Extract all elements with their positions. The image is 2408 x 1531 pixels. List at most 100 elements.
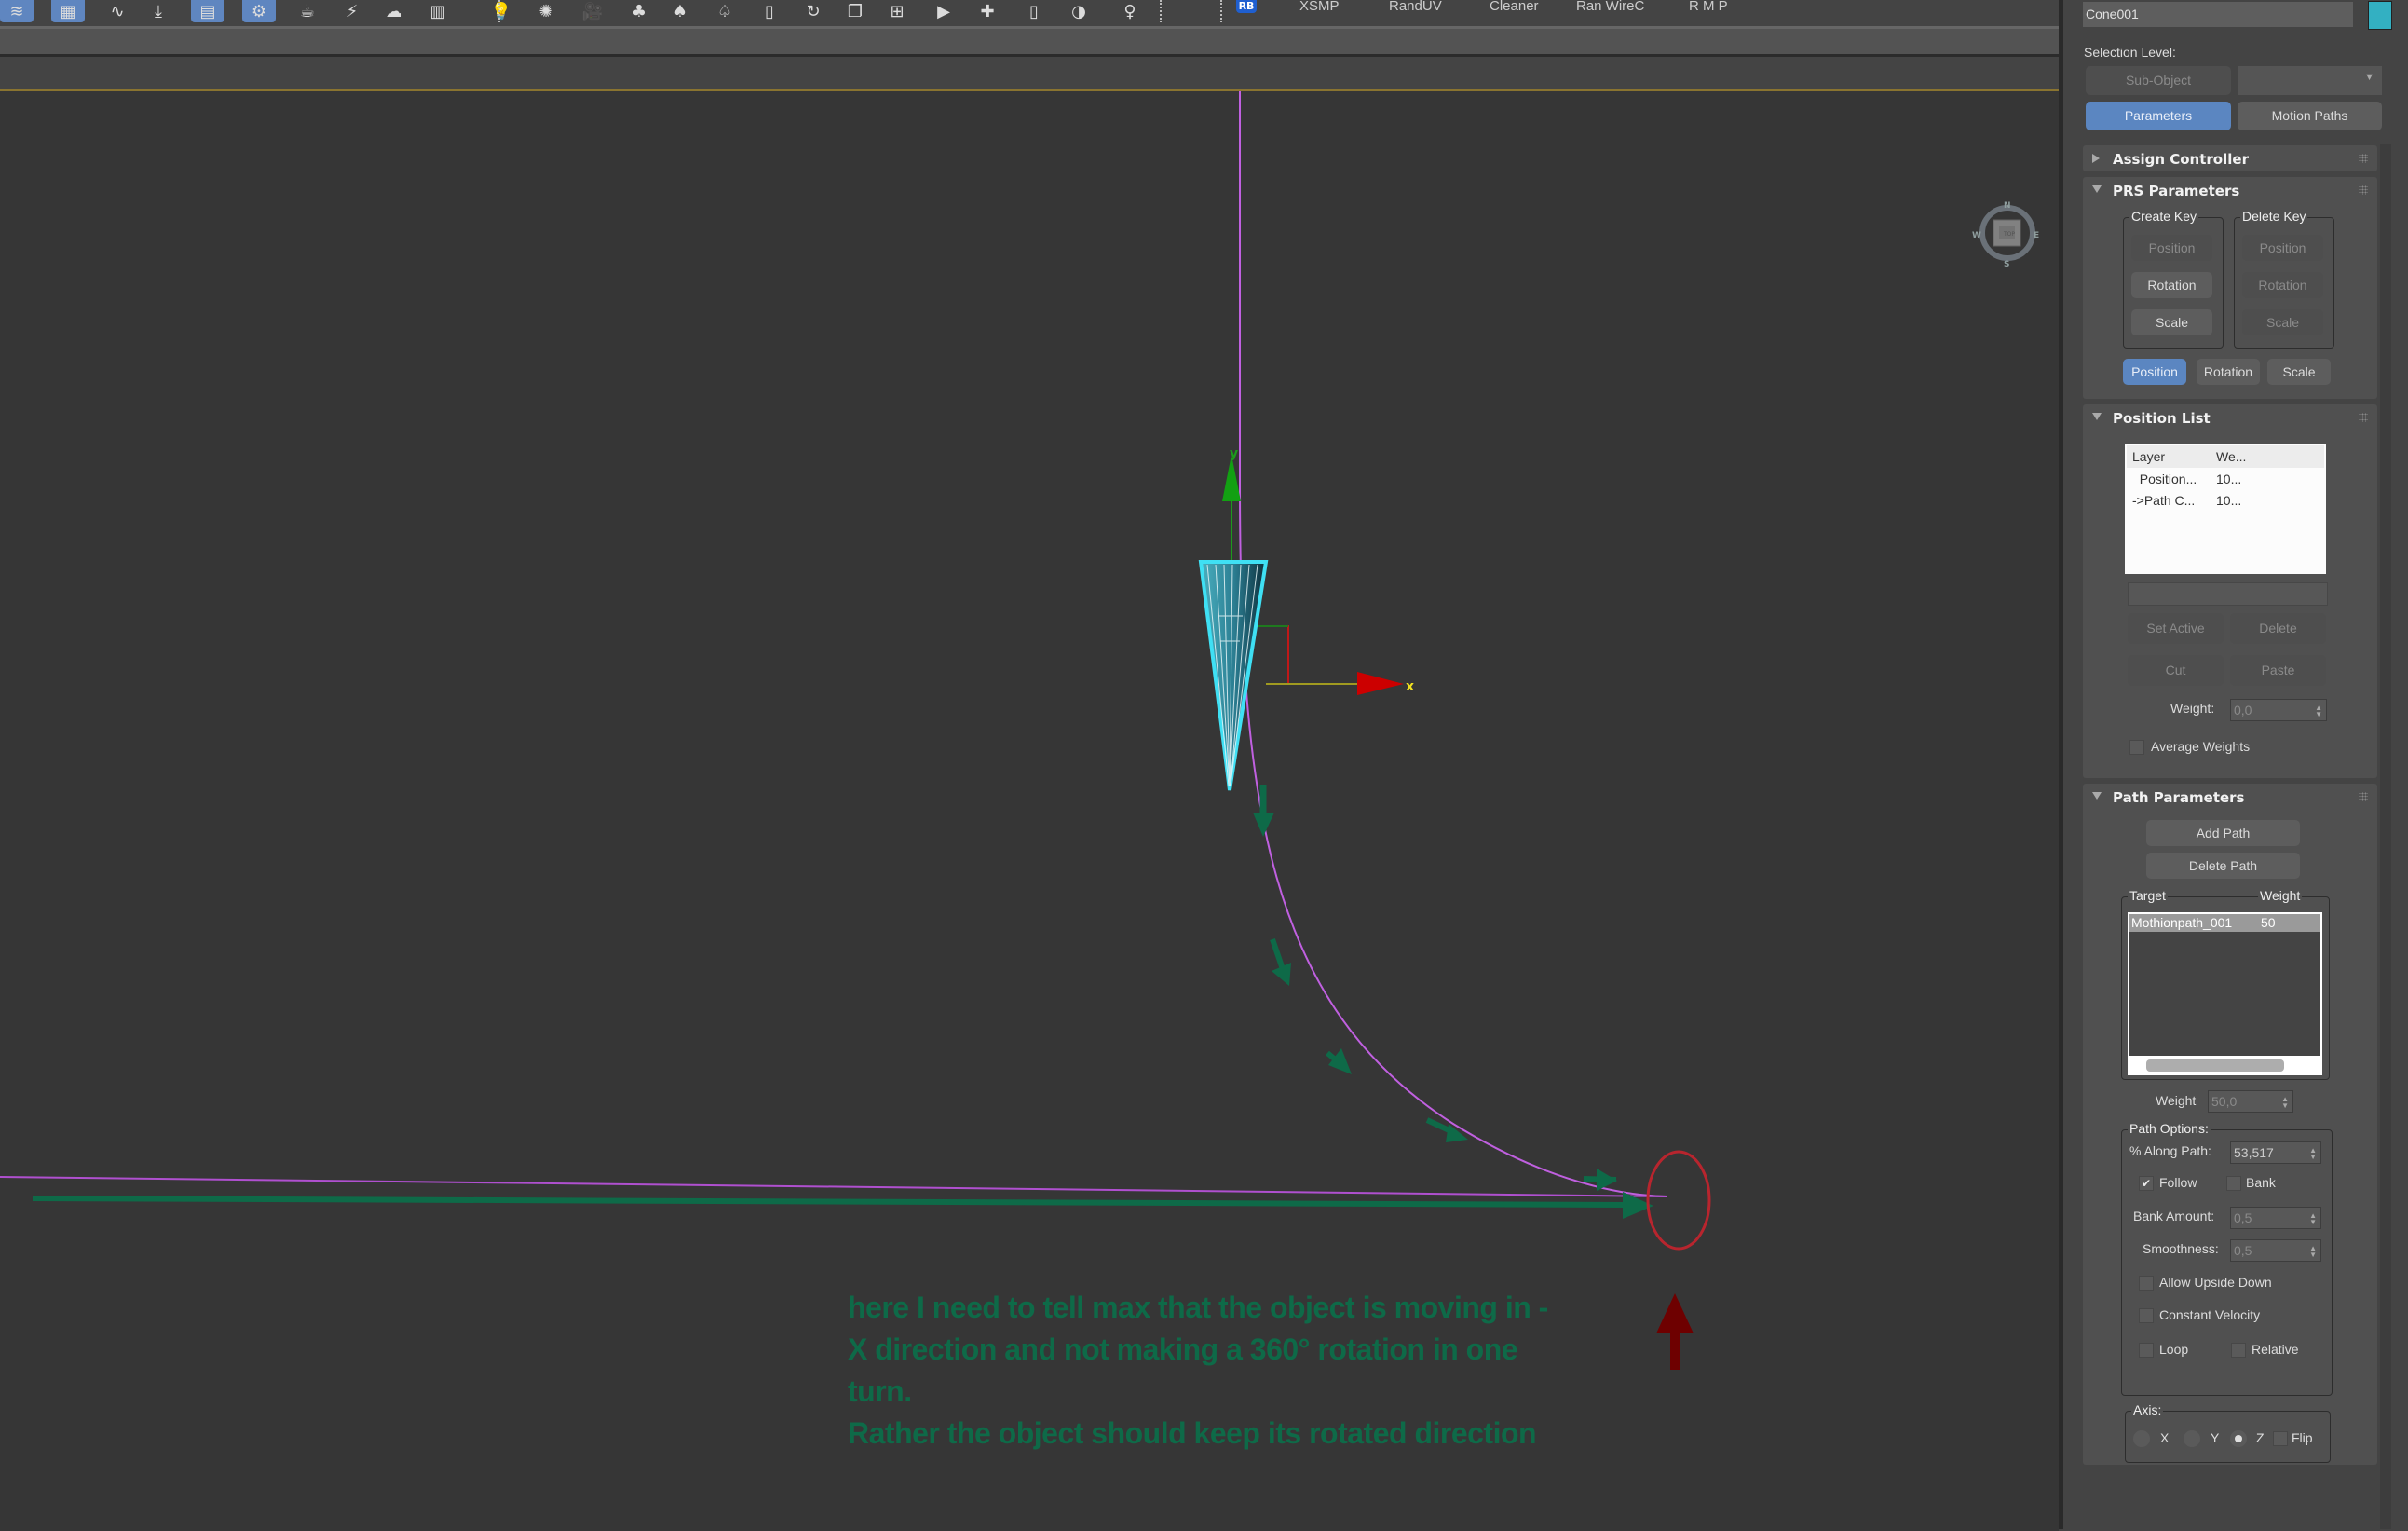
layers-stack-icon[interactable]: ❐ <box>838 0 872 22</box>
helmet-icon[interactable]: ◑ <box>1062 0 1095 22</box>
prs-tab-rotation[interactable]: Rotation <box>2197 359 2260 385</box>
average-weights-checkbox[interactable] <box>2129 740 2144 755</box>
render-frame-window-icon[interactable]: ▥ <box>421 0 455 22</box>
weight-spinner[interactable]: 0,0 ▲ ▼ <box>2230 699 2327 721</box>
relative-label: Relative <box>2252 1342 2299 1357</box>
column-header-layer[interactable]: Layer <box>2132 449 2165 464</box>
motion-paths-button[interactable]: Motion Paths <box>2238 102 2382 130</box>
path-options-label: Path Options: <box>2128 1121 2211 1136</box>
layers-icon[interactable]: ≋ <box>0 0 34 22</box>
panel-scrollbar[interactable] <box>2380 144 2391 1529</box>
direction-arrow <box>1326 1048 1352 1074</box>
render-teapot-icon[interactable]: ☕ <box>291 0 324 22</box>
flip-checkbox[interactable] <box>2273 1431 2288 1446</box>
object-name-field[interactable]: Cone001 <box>2083 2 2353 27</box>
delete-key-position-button[interactable]: Position <box>2242 235 2323 261</box>
loop-checkbox[interactable] <box>2139 1343 2154 1358</box>
bank-checkbox[interactable] <box>2226 1176 2241 1191</box>
prs-tab-scale[interactable]: Scale <box>2267 359 2331 385</box>
play-panel-icon[interactable]: ▶ <box>927 0 960 22</box>
tree-icon[interactable]: ♣ <box>622 0 656 22</box>
camera-icon[interactable]: 🎥 <box>576 0 609 22</box>
axis-x-radio[interactable] <box>2133 1430 2150 1447</box>
delete-layer-button[interactable]: Delete <box>2230 613 2326 644</box>
delete-path-button[interactable]: Delete Path <box>2146 853 2300 879</box>
tree-doc-icon[interactable]: ▯ <box>753 0 786 22</box>
collapse-arrow-icon[interactable] <box>2092 413 2102 420</box>
rollout-path-parameters: Path Parameters Add Path Delete Path Tar… <box>2083 784 2377 1465</box>
spinner-arrows-icon[interactable]: ▲ ▼ <box>2281 1096 2289 1110</box>
list-row[interactable]: ->Path C... 10... <box>2125 491 2326 512</box>
render-active-icon[interactable]: ⚡ <box>335 0 369 22</box>
import-icon[interactable]: ⤓ <box>142 0 175 22</box>
viewport-top[interactable]: x y TOP N S E W here I need to tell max … <box>0 89 2059 1531</box>
create-key-position-button[interactable]: Position <box>2131 235 2212 261</box>
sub-object-dropdown[interactable]: ▼ <box>2238 66 2382 95</box>
scene-explorer-icon[interactable]: ▦ <box>51 0 85 22</box>
render-cloud-icon[interactable]: ☁ <box>377 0 411 22</box>
sub-object-button[interactable]: Sub-Object <box>2086 66 2231 95</box>
axis-group: Axis: X Y Z Flip <box>2125 1402 2331 1463</box>
script-button-xsmp[interactable]: XSMP <box>1299 0 1340 13</box>
script-button-cleaner[interactable]: Cleaner <box>1490 0 1539 13</box>
lamp-icon[interactable]: ♀ <box>1113 0 1147 22</box>
list-row[interactable]: Position... 10... <box>2125 470 2326 490</box>
axis-z-radio[interactable] <box>2230 1430 2247 1447</box>
script-button-ran-wirec[interactable]: Ran WireC <box>1576 0 1644 13</box>
render-setup-icon[interactable]: ⚙ <box>242 0 276 22</box>
create-key-group: Create Key Position Rotation Scale <box>2123 209 2224 349</box>
along-path-spinner[interactable]: 53,517 ▲ ▼ <box>2230 1141 2321 1164</box>
set-active-button[interactable]: Set Active <box>2128 613 2224 644</box>
axis-y-radio[interactable] <box>2184 1430 2200 1447</box>
smoothness-spinner[interactable]: 0,5 ▲ ▼ <box>2230 1239 2321 1262</box>
prs-tab-position[interactable]: Position <box>2123 359 2186 385</box>
column-header-weight[interactable]: We... <box>2216 449 2246 464</box>
tree-list-icon[interactable]: ♠ <box>663 0 697 22</box>
tree-pattern-icon[interactable]: ♤ <box>708 0 741 22</box>
axis-x-label: X <box>2160 1430 2170 1445</box>
spinner-arrows-icon[interactable]: ▲ ▼ <box>2309 1245 2317 1259</box>
panel-icon[interactable]: ▯ <box>1017 0 1051 22</box>
paste-button[interactable]: Paste <box>2230 655 2326 686</box>
create-key-scale-button[interactable]: Scale <box>2131 309 2212 335</box>
object-color-swatch[interactable] <box>2368 1 2392 30</box>
list-header: Layer We... <box>2127 445 2324 468</box>
delete-key-scale-button[interactable]: Scale <box>2242 309 2323 335</box>
spinner-arrows-icon[interactable]: ▲ ▼ <box>2309 1147 2317 1161</box>
parameters-button[interactable]: Parameters <box>2086 102 2231 130</box>
gizmo-x-label: x <box>1406 679 1414 694</box>
grip-icon <box>2359 792 2368 801</box>
toolbar-separator <box>498 0 502 22</box>
layer-name-field[interactable] <box>2128 582 2328 606</box>
target-row[interactable]: Mothionpath_001 50 <box>2129 914 2320 932</box>
viewport-layout-icon[interactable]: ⊞ <box>880 0 914 22</box>
constant-velocity-checkbox[interactable] <box>2139 1308 2154 1323</box>
follow-checkbox[interactable]: ✔ <box>2139 1176 2154 1191</box>
refresh-icon[interactable]: ↻ <box>796 0 830 22</box>
spinner-arrows-icon[interactable]: ▲ ▼ <box>2315 704 2322 718</box>
rollout-assign-controller[interactable]: Assign Controller <box>2083 145 2377 171</box>
collapse-arrow-icon[interactable] <box>2092 185 2102 193</box>
cut-button[interactable]: Cut <box>2128 655 2224 686</box>
script-button-rmp[interactable]: R M P <box>1689 0 1728 13</box>
path-weight-spinner[interactable]: 50,0 ▲ ▼ <box>2208 1090 2293 1113</box>
rb-script-button[interactable]: RB <box>1236 0 1257 13</box>
collapse-arrow-icon[interactable] <box>2092 792 2102 800</box>
sun-icon[interactable]: ✺ <box>529 0 563 22</box>
position-list-box[interactable]: Layer We... Position... 10... ->Path C..… <box>2125 444 2326 574</box>
camera-add-icon[interactable]: ✚ <box>971 0 1004 22</box>
viewport-label-bar <box>0 57 2063 89</box>
create-key-rotation-button[interactable]: Rotation <box>2131 272 2212 298</box>
add-path-button[interactable]: Add Path <box>2146 820 2300 846</box>
axis-z-label: Z <box>2256 1430 2265 1445</box>
spinner-arrows-icon[interactable]: ▲ ▼ <box>2309 1212 2317 1226</box>
material-editor-icon[interactable]: ▤ <box>191 0 224 22</box>
horizontal-scrollbar[interactable] <box>2146 1059 2284 1072</box>
target-list-box[interactable]: Mothionpath_001 50 <box>2128 912 2322 1075</box>
curve-editor-icon[interactable]: ∿ <box>101 0 134 22</box>
script-button-randuv[interactable]: RandUV <box>1389 0 1442 13</box>
relative-checkbox[interactable] <box>2231 1343 2246 1358</box>
bank-amount-spinner[interactable]: 0,5 ▲ ▼ <box>2230 1207 2321 1229</box>
allow-upside-down-checkbox[interactable] <box>2139 1276 2154 1291</box>
delete-key-rotation-button[interactable]: Rotation <box>2242 272 2323 298</box>
